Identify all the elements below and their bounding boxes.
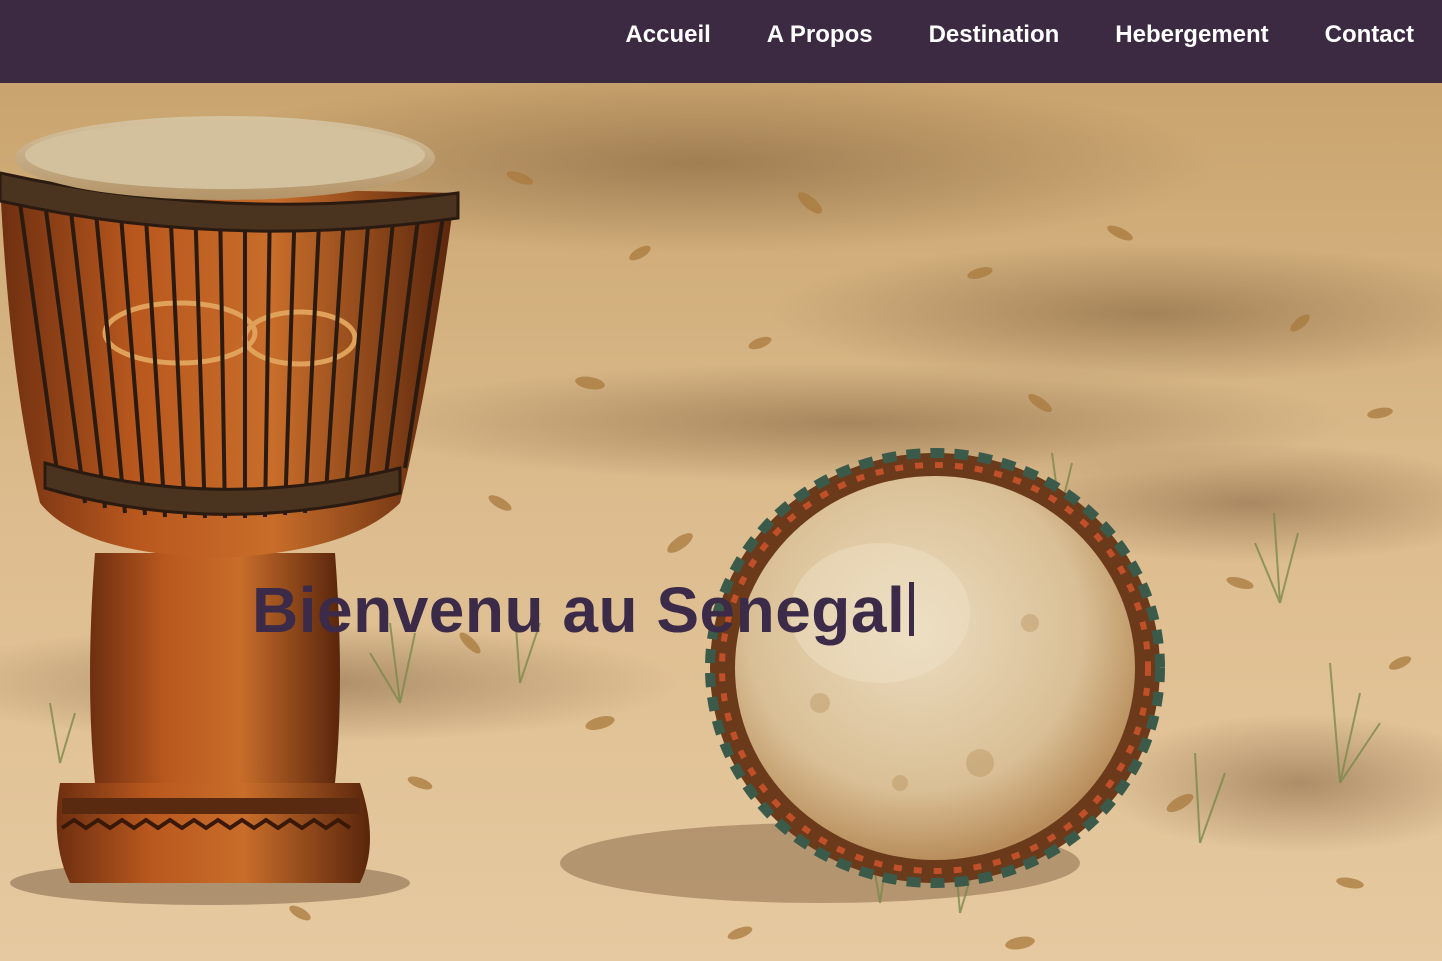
hero-section: Bienvenu au Senegal bbox=[0, 83, 1442, 961]
hero-title-text: Bienvenu au Senegal bbox=[252, 574, 906, 646]
nav-link-destination[interactable]: Destination bbox=[929, 21, 1060, 49]
nav-link-contact[interactable]: Contact bbox=[1325, 21, 1414, 49]
hero-title: Bienvenu au Senegal bbox=[252, 573, 915, 647]
top-navbar: Accueil A Propos Destination Hebergement… bbox=[0, 0, 1442, 83]
main-nav: Accueil A Propos Destination Hebergement… bbox=[569, 0, 1442, 70]
lying-djembe bbox=[705, 448, 1165, 888]
nav-link-a-propos[interactable]: A Propos bbox=[767, 21, 873, 49]
nav-link-hebergement[interactable]: Hebergement bbox=[1115, 21, 1268, 49]
hero-background-image bbox=[0, 83, 1442, 961]
typing-cursor bbox=[909, 582, 915, 636]
nav-link-accueil[interactable]: Accueil bbox=[625, 21, 710, 49]
